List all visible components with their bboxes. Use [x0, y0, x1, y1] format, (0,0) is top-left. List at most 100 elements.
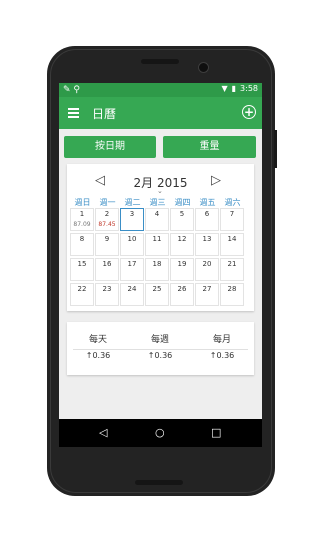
day-number: 22 — [77, 285, 87, 293]
add-circle-icon[interactable]: + — [242, 105, 256, 119]
day-weight-value: 87.09 — [73, 221, 91, 228]
calendar-card: ◁ 2月 2015 ▷ ⌄ 週日 週一 週二 週三 週四 週五 週六 1 87.09 2 87.4… — [67, 164, 254, 311]
day-number: 23 — [102, 285, 112, 293]
calendar-day-cell[interactable]: 28 — [220, 283, 244, 306]
calendar-day-cell[interactable]: 23 — [95, 283, 119, 306]
day-number: 11 — [152, 235, 162, 243]
calendar-day-cell[interactable]: 22 — [70, 283, 94, 306]
calendar-day-cell[interactable]: 12 — [170, 233, 194, 256]
home-icon[interactable]: ○ — [155, 426, 165, 439]
day-weight-value: 87.45 — [98, 221, 116, 228]
stat-label: 每週 — [150, 335, 169, 345]
calendar-day-cell[interactable]: 5 — [170, 208, 194, 231]
calendar-week-row: 8 9 10 11 12 13 14 — [70, 233, 251, 257]
day-number: 2 — [104, 210, 110, 218]
calendar-day-cell[interactable]: 8 — [70, 233, 94, 256]
day-number: 13 — [202, 235, 212, 243]
weekday-label: 週六 — [224, 198, 241, 207]
calendar-day-cell[interactable]: 11 — [145, 233, 169, 256]
next-month-icon[interactable]: ▷ — [211, 173, 221, 189]
clock: 3:58 — [240, 84, 258, 93]
front-camera — [198, 62, 209, 73]
stat-label: 每月 — [212, 335, 231, 345]
menu-icon[interactable] — [68, 108, 79, 118]
side-button — [274, 130, 277, 168]
stat-value: ↑0.36 — [147, 351, 173, 360]
calendar-day-cell[interactable]: 26 — [170, 283, 194, 306]
day-number: 20 — [202, 260, 212, 268]
calendar-grid: 1 87.09 2 87.45 3 4 5 6 7 8 9 10 11 12 13 14 15 16 17 18 19 2… — [70, 208, 251, 308]
calendar-day-cell[interactable]: 20 — [195, 258, 219, 281]
chevron-down-icon[interactable]: ⌄ — [157, 187, 163, 195]
calendar-day-cell[interactable]: 1 87.09 — [70, 208, 94, 231]
day-number: 4 — [154, 210, 160, 218]
day-number: 28 — [227, 285, 237, 293]
navigation-bar: ◁ ○ □ — [59, 419, 262, 447]
day-number: 8 — [79, 235, 85, 243]
day-number: 17 — [127, 260, 137, 268]
recent-apps-icon[interactable]: □ — [211, 426, 221, 439]
speaker-grille — [141, 59, 179, 64]
stat-value: ↑0.36 — [209, 351, 235, 360]
calendar-day-cell[interactable]: 17 — [120, 258, 144, 281]
stat-value: ↑0.36 — [85, 351, 111, 360]
back-icon[interactable]: ◁ — [99, 426, 107, 439]
calendar-day-cell[interactable]: 21 — [220, 258, 244, 281]
calendar-day-cell[interactable]: 2 87.45 — [95, 208, 119, 231]
weekday-label: 週日 — [74, 198, 91, 207]
app-bar: 日曆 + — [59, 97, 262, 129]
weight-button[interactable]: 重量 — [163, 136, 256, 158]
screen: ✎ ⚲ ▼ ▮ 3:58 日曆 + 按日期 重量 ◁ 2月 2015 ▷ ⌄ 週… — [59, 83, 262, 447]
day-number: 27 — [202, 285, 212, 293]
battery-icon: ▮ — [231, 84, 237, 93]
calendar-day-cell[interactable]: 7 — [220, 208, 244, 231]
calendar-day-cell[interactable]: 4 — [145, 208, 169, 231]
calendar-day-cell[interactable]: 13 — [195, 233, 219, 256]
by-date-button[interactable]: 按日期 — [64, 136, 156, 158]
wifi-icon: ▼ — [221, 84, 228, 93]
day-number: 10 — [127, 235, 137, 243]
status-right: ▼ ▮ 3:58 — [221, 84, 258, 93]
weekday-label: 週四 — [174, 198, 191, 207]
day-number: 12 — [177, 235, 187, 243]
calendar-week-row: 22 23 24 25 26 27 28 — [70, 283, 251, 307]
calendar-day-cell[interactable]: 27 — [195, 283, 219, 306]
weekday-label: 週五 — [199, 198, 216, 207]
calendar-day-cell[interactable]: 3 — [120, 208, 144, 231]
day-number: 7 — [229, 210, 235, 218]
monthly-stat: 每月 ↑0.36 — [197, 332, 247, 360]
calendar-day-cell[interactable]: 18 — [145, 258, 169, 281]
day-number: 9 — [104, 235, 110, 243]
notification-icons: ✎ ⚲ — [63, 85, 80, 95]
weekday-header: 週日 週一 週二 週三 週四 週五 週六 — [70, 197, 251, 208]
calendar-day-cell[interactable]: 6 — [195, 208, 219, 231]
day-number: 5 — [179, 210, 185, 218]
bottom-speaker — [135, 480, 183, 485]
day-number: 25 — [152, 285, 162, 293]
calendar-day-cell[interactable]: 16 — [95, 258, 119, 281]
weekday-label: 週一 — [99, 198, 116, 207]
calendar-day-cell[interactable]: 9 — [95, 233, 119, 256]
daily-stat: 每天 ↑0.36 — [73, 332, 123, 360]
day-number: 19 — [177, 260, 187, 268]
calendar-day-cell[interactable]: 14 — [220, 233, 244, 256]
weekly-stat: 每週 ↑0.36 — [135, 332, 185, 360]
calendar-day-cell[interactable]: 24 — [120, 283, 144, 306]
calendar-day-cell[interactable]: 10 — [120, 233, 144, 256]
status-bar: ✎ ⚲ ▼ ▮ 3:58 — [59, 83, 262, 97]
day-number: 3 — [129, 210, 135, 218]
day-number: 21 — [227, 260, 237, 268]
change-summary-card: 每天 ↑0.36 每週 ↑0.36 每月 ↑0.36 — [67, 322, 254, 375]
calendar-day-cell[interactable]: 19 — [170, 258, 194, 281]
calendar-day-cell[interactable]: 15 — [70, 258, 94, 281]
day-number: 18 — [152, 260, 162, 268]
day-number: 1 — [79, 210, 85, 218]
calendar-week-row: 1 87.09 2 87.45 3 4 5 6 7 — [70, 208, 251, 232]
day-number: 16 — [102, 260, 112, 268]
calendar-day-cell[interactable]: 25 — [145, 283, 169, 306]
calendar-week-row: 15 16 17 18 19 20 21 — [70, 258, 251, 282]
weekday-label: 週二 — [124, 198, 141, 207]
stat-label: 每天 — [88, 335, 107, 345]
day-number: 26 — [177, 285, 187, 293]
weekday-label: 週三 — [149, 198, 166, 207]
